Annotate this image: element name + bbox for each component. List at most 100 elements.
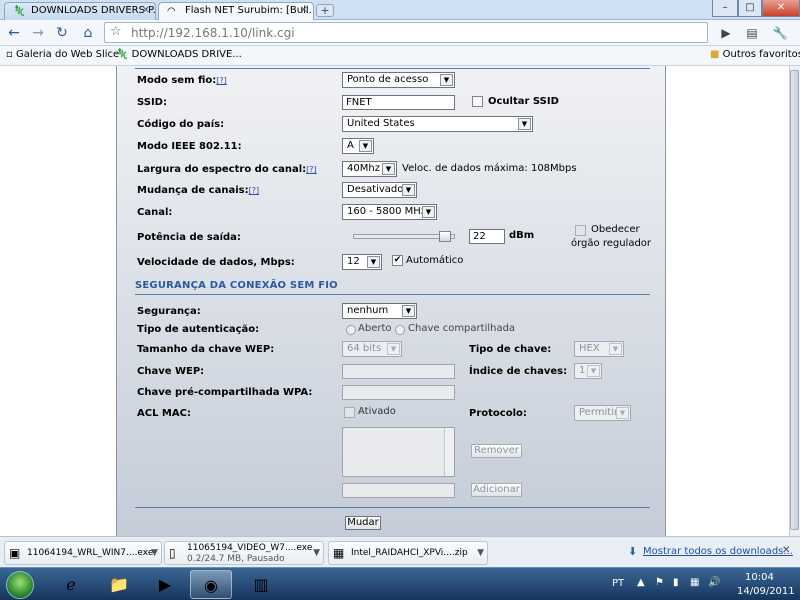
wep-key-input[interactable] (342, 364, 455, 379)
folder-icon: ■ (710, 49, 720, 60)
folder-icon[interactable]: 📁 (98, 570, 140, 599)
download-item[interactable]: ▦ Intel_RAIDAHCI_XPVi....zip ▼ (328, 541, 488, 565)
play-icon[interactable]: ▶ (716, 24, 736, 42)
tray-chevron-icon[interactable]: ▲ (637, 577, 645, 588)
key-type-select[interactable]: HEX ▼ (574, 341, 624, 357)
protocol-label: Protocolo: (469, 408, 527, 419)
maximize-button[interactable]: □ (738, 0, 762, 17)
security-select[interactable]: nenhum ▼ (342, 303, 417, 319)
chevron-down-icon: ▼ (609, 343, 622, 355)
wireless-mode-select[interactable]: Ponto de acesso ▼ (342, 72, 455, 88)
remove-button[interactable]: Remover (471, 444, 522, 458)
close-window-button[interactable]: ✕ (762, 0, 800, 17)
page-icon: ▫ (6, 49, 13, 60)
flag-icon[interactable]: ⚑ (655, 577, 664, 588)
list-scrollbar[interactable] (444, 428, 454, 476)
acl-enabled-checkbox[interactable] (344, 407, 355, 418)
data-rate-label: Velocidade de dados, Mbps: (137, 257, 295, 268)
wpa-key-input[interactable] (342, 385, 455, 400)
wep-length-select[interactable]: 64 bits ▼ (342, 341, 402, 357)
channel-shift-select[interactable]: Desativado ▼ (342, 182, 417, 198)
power-slider-thumb[interactable] (439, 231, 451, 242)
ssid-input[interactable]: FNET (342, 95, 455, 110)
media-player-icon[interactable]: ▶ (144, 570, 186, 599)
dbm-unit: dBm (509, 230, 535, 241)
chevron-down-icon[interactable]: ▼ (151, 548, 158, 558)
tab-close-icon[interactable]: ✕ (300, 5, 308, 16)
divider (135, 68, 650, 69)
internet-explorer-icon[interactable]: ℯ (50, 570, 92, 599)
change-button[interactable]: Mudar (345, 516, 381, 530)
page-content: Modo sem fio:[?] Ponto de acesso ▼ SSID: … (0, 66, 789, 536)
forward-icon[interactable]: → (28, 24, 48, 42)
network-app-icon[interactable]: ▥ (240, 570, 282, 599)
help-link[interactable]: [?] (216, 76, 227, 85)
reload-icon[interactable]: ↻ (52, 24, 72, 42)
taskbar: ℯ 📁 ▶ ◉ ▥ PT ▲ ⚑ ▮ ▦ 🔊 10:04 14/09/2011 (0, 567, 800, 600)
wep-length-label: Tamanho da chave WEP: (137, 344, 275, 355)
hide-ssid-checkbox[interactable] (472, 96, 483, 107)
new-tab-button[interactable]: + (316, 4, 334, 17)
language-indicator[interactable]: PT (612, 578, 624, 589)
other-bookmarks[interactable]: ■ Outros favoritos (710, 49, 800, 60)
chevron-down-icon: ▼ (422, 206, 435, 218)
protocol-select[interactable]: Permitir ▼ (574, 405, 631, 421)
bookmark-web-slice[interactable]: ▫ Galeria do Web Slice (6, 49, 119, 60)
max-data-rate-note: Veloc. de dados máxima: 108Mbps (402, 163, 577, 174)
clock-time[interactable]: 10:04 (745, 572, 774, 583)
close-shelf-icon[interactable]: ✕ (782, 545, 790, 556)
network-icon[interactable]: ▦ (690, 577, 699, 588)
auth-shared-radio[interactable] (395, 325, 405, 335)
clock-date[interactable]: 14/09/2011 (737, 586, 795, 597)
chevron-down-icon: ▼ (367, 256, 380, 268)
wep-key-label: Chave WEP: (137, 366, 205, 377)
address-bar[interactable]: ☆ http://192.168.1.10/link.cgi (104, 22, 708, 43)
page-scrollbar-thumb[interactable] (790, 70, 799, 530)
auto-rate-checkbox[interactable]: ✔ (392, 255, 403, 266)
add-button[interactable]: Adicionar (471, 483, 522, 497)
wrench-icon[interactable]: 🔧 (770, 24, 790, 42)
obey-label-line2: órgão regulador (571, 238, 652, 249)
chrome-icon[interactable]: ◉ (190, 570, 232, 599)
home-icon[interactable]: ⌂ (78, 24, 98, 42)
output-power-label: Potência de saída: (137, 232, 241, 243)
ieee-mode-label: Modo IEEE 802.11: (137, 141, 242, 152)
chevron-down-icon: ▼ (387, 343, 400, 355)
tab-flash-net[interactable]: ◠ Flash NET Surubim: [Bull... ✕ (158, 2, 314, 20)
download-item[interactable]: ▣ 11064194_WRL_WIN7....exe ▼ (4, 541, 162, 565)
download-status: 0.2/24.7 MB, Pausado (187, 554, 285, 564)
obey-regulator-checkbox[interactable] (575, 225, 586, 236)
tab-downloads-drivers[interactable]: 🦎 DOWNLOADS DRIVERS P... ✕ (4, 2, 156, 20)
wireless-mode-label: Modo sem fio:[?] (137, 75, 227, 86)
help-link[interactable]: [?] (306, 165, 317, 174)
back-icon[interactable]: ← (4, 24, 24, 42)
country-select[interactable]: United States ▼ (342, 116, 533, 132)
data-rate-select[interactable]: 12 ▼ (342, 254, 382, 270)
tab-close-icon[interactable]: ✕ (142, 5, 150, 16)
help-link[interactable]: [?] (249, 186, 260, 195)
minimize-button[interactable]: – (712, 0, 738, 17)
download-arrow-icon: ⬇ (628, 545, 638, 558)
chevron-down-icon[interactable]: ▼ (313, 548, 320, 558)
download-item-paused[interactable]: ▯ 11065194_VIDEO_W7....exe 0.2/24.7 MB, … (164, 541, 324, 565)
auth-open-radio[interactable] (346, 325, 356, 335)
favicon-icon: 🦎 (13, 6, 26, 17)
page-menu-icon[interactable]: ▤ (742, 24, 762, 42)
battery-icon[interactable]: ▮ (673, 577, 679, 588)
mac-address-input[interactable] (342, 483, 455, 498)
security-label: Segurança: (137, 306, 201, 317)
bookmark-label: Galeria do Web Slice (15, 49, 120, 60)
output-power-input[interactable]: 22 (469, 229, 505, 244)
key-index-select[interactable]: 1 ▼ (574, 363, 602, 379)
start-button[interactable] (6, 571, 34, 599)
channel-select[interactable]: 160 - 5800 MHz ▼ (342, 204, 437, 220)
chevron-down-icon[interactable]: ▼ (477, 548, 484, 558)
mac-list-box[interactable] (342, 427, 455, 477)
bookmark-downloads-drivers[interactable]: 🦎 DOWNLOADS DRIVE... (116, 49, 242, 60)
ieee-mode-select[interactable]: A ▼ (342, 138, 374, 154)
show-all-downloads-link[interactable]: Mostrar todos os downloads... (643, 546, 793, 557)
channel-width-select[interactable]: 40Mhz ▼ (342, 161, 397, 177)
bookmark-star-icon[interactable]: ☆ (110, 24, 122, 39)
volume-icon[interactable]: 🔊 (708, 577, 720, 588)
power-slider-track[interactable] (353, 231, 455, 242)
